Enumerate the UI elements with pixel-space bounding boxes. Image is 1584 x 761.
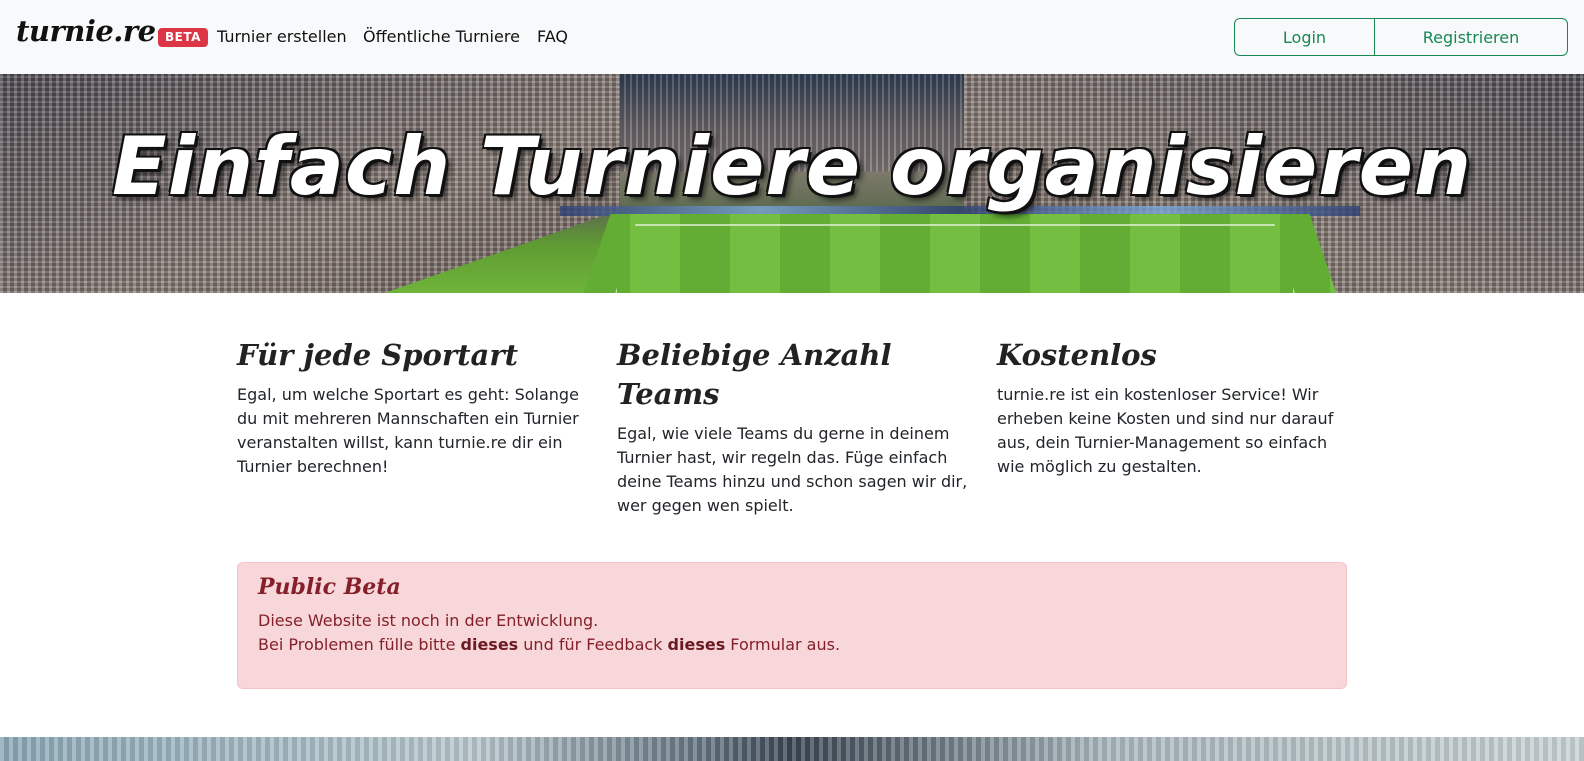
feature-free: Kostenlos turnie.re ist ein kostenloser … [997, 336, 1349, 479]
feature-any-team-count: Beliebige Anzahl Teams Egal, wie viele T… [617, 336, 969, 518]
feature-title: Kostenlos [997, 338, 1157, 372]
brand-logo[interactable]: turnie.re [16, 14, 156, 48]
hero-title: Einfach Turniere organisieren [112, 120, 1472, 213]
register-button[interactable]: Registrieren [1374, 18, 1568, 56]
feature-title: Beliebige Anzahl Teams [617, 338, 892, 411]
feature-title: Für jede Sportart [237, 338, 519, 372]
feedback-form-link[interactable]: dieses [668, 635, 726, 654]
alert-line-2-prefix: Bei Problemen fülle bitte [258, 635, 461, 654]
feature-text: Egal, wie viele Teams du gerne in deinem… [617, 424, 968, 515]
bug-report-form-link[interactable]: dieses [461, 635, 519, 654]
alert-title: Public Beta [258, 574, 401, 600]
login-button[interactable]: Login [1234, 18, 1375, 56]
alert-line-1: Diese Website ist noch in der Entwicklun… [258, 611, 599, 630]
alert-line-2-middle: und für Feedback [518, 635, 668, 654]
alert-line-2: Bei Problemen fülle bitte dieses und für… [258, 633, 1326, 657]
auth-button-group: Login Registrieren [1234, 18, 1568, 56]
feature-text: Egal, um welche Sportart es geht: Solang… [237, 385, 579, 476]
feature-text: turnie.re ist ein kostenloser Service! W… [997, 385, 1334, 476]
hero-pitch-lines [615, 224, 1295, 293]
beta-badge: BETA [158, 28, 208, 47]
nav-link-faq[interactable]: FAQ [537, 26, 568, 48]
hero-banner: Einfach Turniere organisieren [0, 74, 1584, 293]
alert-line-2-suffix: Formular aus. [725, 635, 841, 654]
public-beta-alert: Public Beta Diese Website ist noch in de… [237, 562, 1347, 689]
feature-any-sport: Für jede Sportart Egal, um welche Sporta… [237, 336, 589, 479]
footer-banner-image [0, 737, 1584, 761]
nav-link-public-tournaments[interactable]: Öffentliche Turniere [363, 26, 520, 48]
nav-link-create-tournament[interactable]: Turnier erstellen [217, 26, 347, 48]
top-navbar: turnie.re BETA Turnier erstellen Öffentl… [0, 0, 1584, 74]
